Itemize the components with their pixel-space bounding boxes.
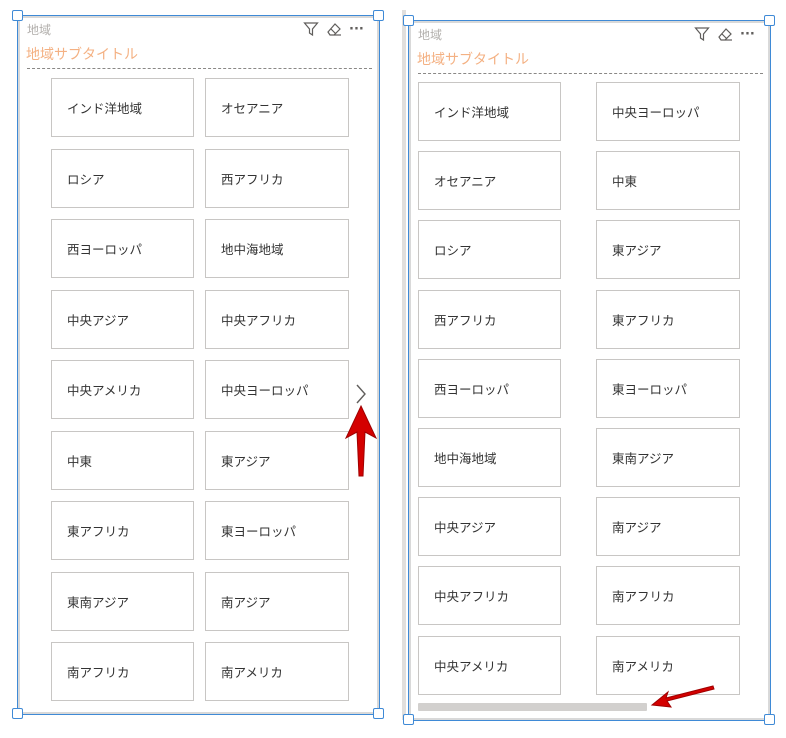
resize-handle-bottom-left[interactable] — [12, 708, 23, 719]
slicer-tile[interactable]: 西ヨーロッパ — [418, 358, 561, 418]
slicer-tile[interactable]: 南アジア — [596, 497, 740, 557]
slicer-tile[interactable]: 中央ヨーロッパ — [596, 82, 740, 141]
slicer-tile[interactable]: 南アメリカ — [205, 642, 349, 701]
slicer-tile[interactable]: オセアニア — [418, 151, 561, 211]
left-slicer-subtitle: 地域サブタイトル — [26, 47, 138, 63]
slicer-tile[interactable]: ロシア — [51, 148, 194, 208]
slicer-tile[interactable]: 東アジア — [596, 220, 740, 280]
slicer-tile[interactable]: 中央アフリカ — [418, 566, 561, 626]
slicer-tile[interactable]: 中央アジア — [418, 497, 561, 557]
slicer-tile[interactable]: 中央アフリカ — [205, 289, 349, 349]
slicer-tile[interactable]: 中央ヨーロッパ — [205, 360, 349, 419]
slicer-tile[interactable]: 中東 — [51, 430, 194, 490]
slicer-tile[interactable]: 地中海地域 — [418, 428, 561, 487]
slicer-tile[interactable]: 東ヨーロッパ — [205, 501, 349, 560]
resize-handle-bottom-left[interactable] — [403, 714, 414, 725]
horizontal-scrollbar-thumb[interactable] — [418, 703, 647, 711]
resize-handle-bottom-right[interactable] — [373, 708, 384, 719]
slicer-tile[interactable]: ロシア — [418, 220, 561, 280]
slicer-tile[interactable]: 東アフリカ — [51, 501, 194, 560]
right-slicer-subtitle: 地域サブタイトル — [417, 52, 529, 68]
slicer-tile[interactable]: 中央アメリカ — [51, 360, 194, 419]
resize-handle-top-left[interactable] — [403, 15, 414, 26]
slicer-tile[interactable]: 南アフリカ — [596, 566, 740, 626]
eraser-icon[interactable] — [325, 21, 343, 37]
more-options-icon[interactable]: ··· — [740, 27, 755, 42]
slicer-tile[interactable]: 南アジア — [205, 571, 349, 631]
eraser-icon[interactable] — [716, 26, 734, 42]
slicer-tile[interactable]: 東ヨーロッパ — [596, 358, 740, 418]
slicer-tile[interactable]: 東アジア — [205, 430, 349, 490]
slicer-tile[interactable]: 中央アジア — [51, 289, 194, 349]
slicer-tile[interactable]: 中央アメリカ — [418, 635, 561, 695]
resize-handle-bottom-right[interactable] — [764, 714, 775, 725]
slicer-tile[interactable]: 中東 — [596, 151, 740, 211]
resize-handle-top-right[interactable] — [764, 15, 775, 26]
slicer-tile[interactable]: 地中海地域 — [205, 219, 349, 278]
more-options-icon[interactable]: ··· — [349, 22, 364, 37]
resize-handle-top-left[interactable] — [12, 10, 23, 21]
resize-handle-top-right[interactable] — [373, 10, 384, 21]
right-title-divider — [418, 73, 763, 74]
slicer-tile[interactable]: 東南アジア — [596, 428, 740, 487]
slicer-tile[interactable]: オセアニア — [205, 78, 349, 137]
left-slicer-title: 地域 — [27, 23, 52, 37]
slicer-tile[interactable]: 西アフリカ — [418, 289, 561, 349]
slicer-tile[interactable]: 西ヨーロッパ — [51, 219, 194, 278]
filter-icon[interactable] — [303, 21, 319, 37]
filter-icon[interactable] — [694, 26, 710, 42]
annotation-arrow-left-icon — [650, 684, 716, 714]
slicer-tile[interactable]: 東アフリカ — [596, 289, 740, 349]
slicer-tile[interactable]: 西アフリカ — [205, 148, 349, 208]
right-slicer-title: 地域 — [418, 28, 443, 42]
left-title-divider — [27, 68, 372, 69]
slicer-tile[interactable]: 東南アジア — [51, 571, 194, 631]
slicer-tile[interactable]: 南アフリカ — [51, 642, 194, 701]
annotation-arrow-up-icon — [343, 404, 379, 482]
panel-edge-strip — [402, 10, 406, 720]
slicer-tile[interactable]: インド洋地域 — [51, 78, 194, 137]
slicer-tile[interactable]: インド洋地域 — [418, 82, 561, 141]
